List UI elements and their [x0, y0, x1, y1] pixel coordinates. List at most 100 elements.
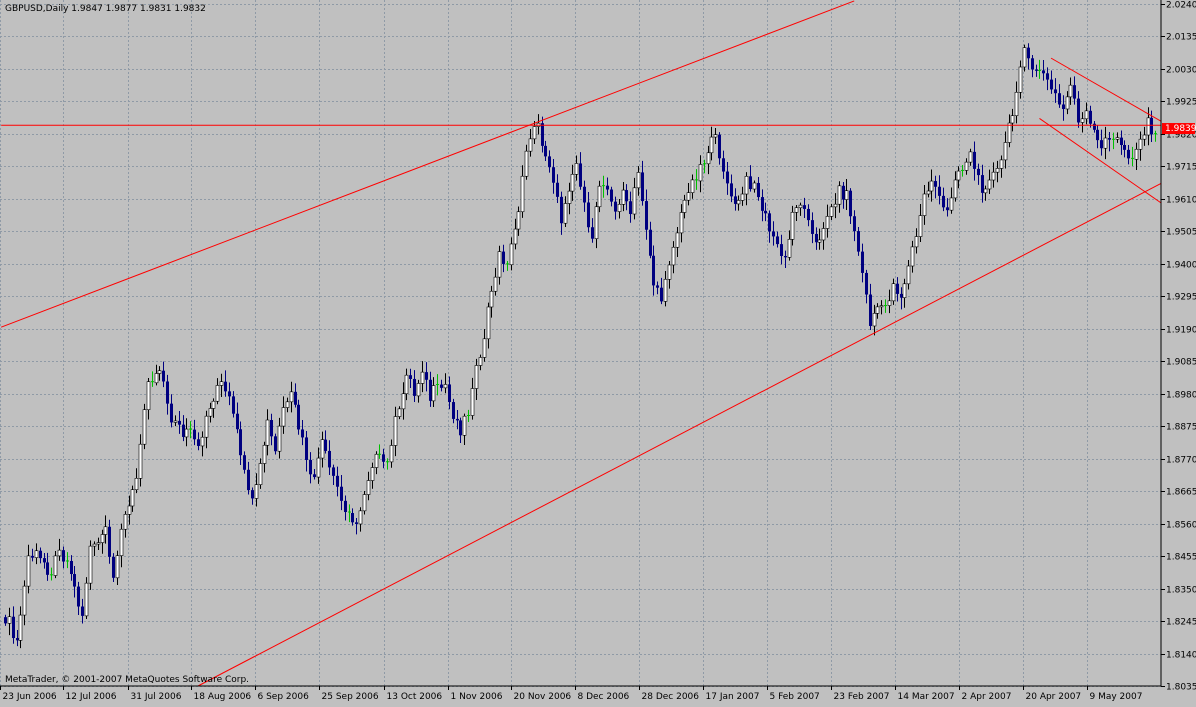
candle-body [224, 381, 227, 392]
candle-body [772, 231, 775, 237]
y-tick-label: 1.8455 [1166, 553, 1196, 563]
candle-body [887, 300, 892, 306]
candle-body [294, 391, 297, 405]
candle-body [486, 306, 491, 340]
candle-body [18, 614, 23, 641]
candle-body [570, 174, 575, 192]
candle-body [236, 413, 239, 430]
candle-body [698, 164, 703, 182]
candle-body [313, 474, 316, 478]
candle-body [803, 205, 806, 209]
candle-body [1127, 149, 1130, 159]
candle-body [404, 374, 409, 395]
candle-body [39, 550, 42, 559]
candle-body [829, 206, 834, 217]
candle-body [552, 167, 555, 183]
candle-body [184, 428, 189, 438]
candle-body [736, 200, 741, 205]
price-chart[interactable]: 2.0240 2.0135 2.0030 1.9925 1.9820 1.9715 1.96… [0, 0, 1196, 703]
candle-body [88, 545, 93, 584]
chart-svg[interactable]: 2.02402.01352.00301.99251.98201.97151.96… [0, 0, 1196, 703]
candle-body [258, 463, 263, 485]
x-tick-label: 18 Aug 2006 [194, 692, 252, 702]
candle-body [987, 179, 992, 190]
candle-body [92, 543, 97, 547]
candle-body [949, 197, 954, 211]
candle-body [934, 181, 937, 187]
candle-body [679, 212, 684, 234]
candle-body [1093, 123, 1096, 130]
y-tick-label: 1.9715 [1166, 163, 1196, 173]
candle-body [170, 403, 173, 423]
candle [88, 540, 93, 590]
y-tick-label: 1.8875 [1166, 423, 1196, 433]
y-tick-label: 1.9190 [1166, 326, 1196, 336]
symbol-header: GBPUSD,Daily 1.9847 1.9877 1.9831 1.9832 [5, 4, 206, 14]
candle-body [768, 213, 771, 232]
candle-body [583, 186, 586, 203]
candle-body [926, 190, 931, 195]
candle-body [520, 175, 525, 213]
candle-body [591, 227, 594, 239]
candle-body [671, 246, 676, 266]
candle-body [713, 134, 718, 138]
candle-body [1027, 47, 1030, 59]
candle-body [953, 179, 958, 199]
y-tick-label: 1.9505 [1166, 228, 1196, 238]
current-price-tag: 1.9839 [1162, 123, 1196, 134]
candle-body [200, 436, 205, 447]
candle-body [1084, 110, 1089, 120]
candle-body [320, 439, 325, 459]
candle-body [70, 560, 73, 575]
candle-body [247, 469, 250, 491]
candle-body [493, 276, 498, 292]
candle-body [872, 313, 877, 327]
candle-body [193, 429, 196, 440]
candle-body [208, 408, 213, 417]
candle-body [401, 393, 406, 410]
candle-body [162, 370, 165, 382]
y-tick-label: 2.0135 [1166, 33, 1196, 43]
y-tick-label: 1.9925 [1166, 98, 1196, 108]
candle-body [456, 418, 459, 421]
candle-body [328, 450, 331, 468]
candle-body [336, 475, 339, 487]
candle-body [861, 251, 864, 273]
y-tick-label: 1.9085 [1166, 358, 1196, 368]
candle-body [1123, 145, 1126, 150]
candle-body [1108, 138, 1111, 140]
candle-body [324, 439, 327, 451]
candle-body [776, 236, 779, 245]
candle-body [910, 246, 915, 267]
candle-body [1142, 134, 1147, 140]
candle-body [610, 189, 613, 202]
candle-body [1134, 148, 1139, 160]
candle-body [103, 526, 108, 535]
candle-body [77, 586, 80, 607]
candle-body [524, 150, 529, 177]
candle-body [865, 272, 868, 295]
candle-body [815, 233, 818, 243]
candle-body [81, 606, 84, 616]
candle-body [178, 420, 181, 425]
candle-body [1022, 47, 1027, 68]
candle-body [606, 185, 609, 190]
x-tick-label: 6 Sep 2006 [258, 692, 310, 702]
copyright-footer: MetaTrader, © 2001-2007 MetaQuotes Softw… [5, 675, 249, 685]
candle-body [999, 159, 1004, 169]
candle-body [22, 585, 27, 616]
candle-body [652, 255, 655, 286]
candle-body [1062, 104, 1065, 109]
candle-body [130, 489, 135, 507]
candle-body [946, 207, 949, 211]
x-tick-label: 23 Feb 2007 [834, 692, 890, 702]
candle-body [761, 197, 764, 211]
candle-body [431, 385, 436, 402]
candle-body [645, 201, 648, 230]
candle-body [690, 179, 695, 193]
candle-body [567, 190, 572, 204]
candle-body [251, 490, 254, 499]
x-tick-label: 28 Dec 2006 [642, 692, 700, 702]
candle-body [53, 555, 58, 576]
candle-body [358, 510, 363, 525]
